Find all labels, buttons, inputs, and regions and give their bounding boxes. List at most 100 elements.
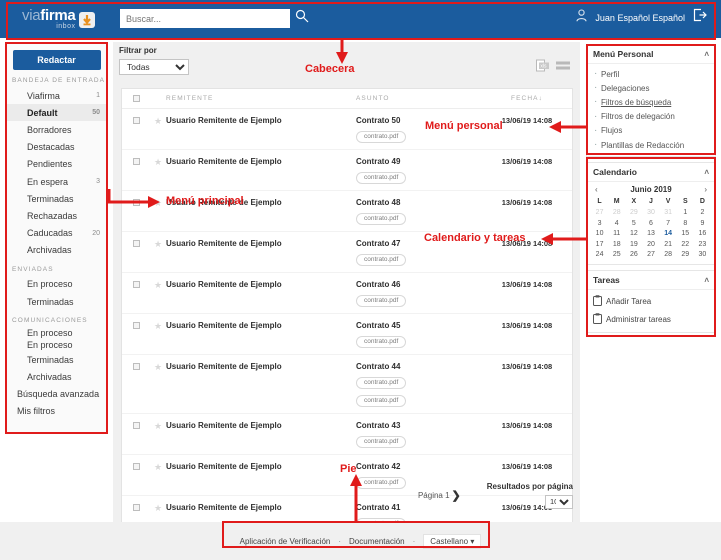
personal-menu-item-plantillas-de-redacción[interactable]: Plantillas de Redacción <box>587 138 715 152</box>
star-icon[interactable]: ★ <box>150 157 166 167</box>
language-selector[interactable]: Castellano ▾ <box>423 533 482 549</box>
filter-select[interactable]: Todas <box>119 59 189 75</box>
star-icon[interactable]: ★ <box>150 321 166 331</box>
personal-menu-header[interactable]: Menú Personal ˄ <box>587 45 715 64</box>
column-header-sender[interactable]: REMITENTE <box>166 95 356 102</box>
row-select-cell[interactable] <box>122 198 150 206</box>
calendar-day[interactable]: 3 <box>591 218 608 229</box>
calendar-day[interactable]: 11 <box>608 228 625 239</box>
attachment-chip[interactable]: contrato.pdf <box>356 212 407 225</box>
calendar-day[interactable]: 6 <box>642 218 659 229</box>
row-checkbox[interactable] <box>132 281 140 288</box>
sidebar-item-borradores[interactable]: Borradores <box>5 121 108 138</box>
footer-link-documentation[interactable]: Documentación <box>349 537 405 546</box>
sidebar-item-en-proceso[interactable]: En proceso <box>5 327 108 339</box>
calendar-day[interactable]: 20 <box>642 239 659 250</box>
sidebar-item-terminadas[interactable]: Terminadas <box>5 351 108 368</box>
sidebar-item-archivadas[interactable]: Archivadas <box>5 368 108 385</box>
calendar-day[interactable]: 1 <box>677 207 694 218</box>
calendar-day[interactable]: 4 <box>608 218 625 229</box>
personal-menu-item-delegaciones[interactable]: Delegaciones <box>587 81 715 95</box>
calendar-day[interactable]: 27 <box>591 207 608 218</box>
calendar-day[interactable]: 2 <box>694 207 711 218</box>
calendar-day[interactable]: 27 <box>642 250 659 261</box>
calendar-next-icon[interactable]: › <box>704 185 707 194</box>
results-per-page-select[interactable]: 10 <box>545 494 573 509</box>
row-select-cell[interactable] <box>122 462 150 470</box>
sidebar-item-en-proceso[interactable]: En proceso <box>5 339 108 351</box>
table-row[interactable]: ★ Usuario Remitente de Ejemplo Contrato 45… <box>122 314 572 355</box>
search-input[interactable] <box>120 9 290 28</box>
sidebar-item-en-proceso[interactable]: En proceso <box>5 276 108 293</box>
calendar-day[interactable]: 19 <box>625 239 642 250</box>
personal-menu-item-filtros-de-búsqueda[interactable]: Filtros de búsqueda <box>587 95 715 109</box>
row-select-cell[interactable] <box>122 280 150 288</box>
star-icon[interactable]: ★ <box>150 421 166 431</box>
calendar-day[interactable]: 24 <box>591 250 608 261</box>
row-select-cell[interactable] <box>122 362 150 370</box>
calendar-day[interactable]: 29 <box>625 207 642 218</box>
chevron-up-icon[interactable]: ˄ <box>704 168 709 177</box>
chevron-up-icon[interactable]: ˄ <box>704 50 709 59</box>
export-excel-icon[interactable]: xls <box>536 59 550 77</box>
calendar-day[interactable]: 8 <box>677 218 694 229</box>
sidebar-item-terminadas[interactable]: Terminadas <box>5 190 108 207</box>
attachment-chip[interactable]: contrato.pdf <box>356 294 407 307</box>
tasks-header[interactable]: Tareas ˄ <box>587 271 715 291</box>
task-item-administrar-tareas[interactable]: Administrar tareas <box>587 310 715 328</box>
compose-button[interactable]: Redactar <box>12 50 101 70</box>
attachment-chip[interactable]: contrato.pdf <box>356 171 407 184</box>
calendar-day[interactable]: 13 <box>642 228 659 239</box>
sidebar-item-viafirma[interactable]: Viafirma 1 <box>5 87 108 104</box>
table-row[interactable]: ★ Usuario Remitente de Ejemplo Contrato 50… <box>122 109 572 150</box>
table-row[interactable]: ★ Usuario Remitente de Ejemplo Contrato 48… <box>122 191 572 232</box>
sidebar-item-búsqueda-avanzada[interactable]: Búsqueda avanzada <box>5 386 108 403</box>
table-row[interactable]: ★ Usuario Remitente de Ejemplo Contrato 49… <box>122 150 572 191</box>
row-checkbox[interactable] <box>132 422 140 429</box>
sidebar-item-mis-filtros[interactable]: Mis filtros <box>5 403 108 420</box>
calendar-day[interactable]: 21 <box>660 239 677 250</box>
column-header-date[interactable]: FECHA↓ <box>496 95 572 102</box>
calendar-day[interactable]: 5 <box>625 218 642 229</box>
select-all-checkbox[interactable] <box>132 95 140 102</box>
personal-menu-item-flujos[interactable]: Flujos <box>587 124 715 138</box>
table-row[interactable]: ★ Usuario Remitente de Ejemplo Contrato 44… <box>122 355 572 414</box>
calendar-day[interactable]: 18 <box>608 239 625 250</box>
row-select-cell[interactable] <box>122 421 150 429</box>
calendar-day[interactable]: 15 <box>677 228 694 239</box>
sidebar-item-caducadas[interactable]: Caducadas 20 <box>5 225 108 242</box>
table-row[interactable]: ★ Usuario Remitente de Ejemplo Contrato 46… <box>122 273 572 314</box>
calendar-day[interactable]: 7 <box>660 218 677 229</box>
sidebar-item-default[interactable]: Default 50 <box>5 104 108 122</box>
calendar-day[interactable]: 31 <box>660 207 677 218</box>
personal-menu-item-perfil[interactable]: Perfil <box>587 67 715 81</box>
sidebar-item-destacadas[interactable]: Destacadas <box>5 139 108 156</box>
star-icon[interactable]: ★ <box>150 280 166 290</box>
sidebar-item-pendientes[interactable]: Pendientes <box>5 156 108 173</box>
calendar-header[interactable]: Calendario ˄ <box>587 163 715 183</box>
calendar-day[interactable]: 22 <box>677 239 694 250</box>
row-checkbox[interactable] <box>132 240 140 247</box>
sidebar-item-archivadas[interactable]: Archivadas <box>5 242 108 259</box>
logout-icon[interactable] <box>693 8 707 27</box>
calendar-day[interactable]: 16 <box>694 228 711 239</box>
attachment-chip[interactable]: contrato.pdf <box>356 130 407 143</box>
column-header-subject[interactable]: ASUNTO <box>356 95 496 102</box>
calendar-day[interactable]: 30 <box>642 207 659 218</box>
row-select-cell[interactable] <box>122 116 150 124</box>
row-select-cell[interactable] <box>122 321 150 329</box>
personal-menu-item-filtros-de-delegación[interactable]: Filtros de delegación <box>587 110 715 124</box>
star-icon[interactable]: ★ <box>150 116 166 126</box>
row-checkbox[interactable] <box>132 363 140 370</box>
list-view-icon[interactable] <box>556 59 570 77</box>
calendar-day[interactable]: 28 <box>608 207 625 218</box>
calendar-day[interactable]: 29 <box>677 250 694 261</box>
table-row[interactable]: ★ Usuario Remitente de Ejemplo Contrato 43… <box>122 414 572 455</box>
row-checkbox[interactable] <box>132 199 140 206</box>
calendar-day-today[interactable]: 14 <box>660 228 677 239</box>
calendar-day[interactable]: 12 <box>625 228 642 239</box>
attachment-chip[interactable]: contrato.pdf <box>356 253 407 266</box>
sidebar-item-rechazadas[interactable]: Rechazadas <box>5 207 108 224</box>
footer-link-verification[interactable]: Aplicación de Verificación <box>240 537 331 546</box>
task-item-añadir-tarea[interactable]: Añadir Tarea <box>587 292 715 310</box>
